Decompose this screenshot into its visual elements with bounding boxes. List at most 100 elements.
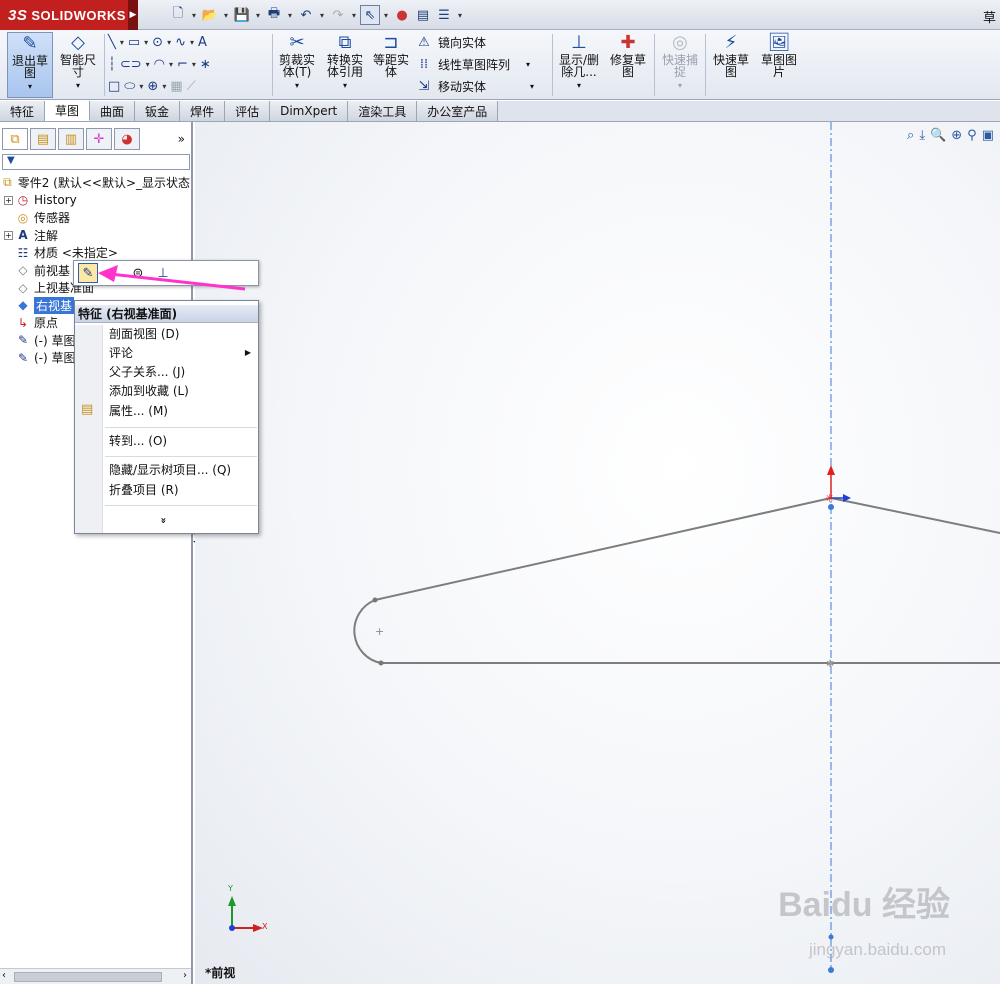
- exit-sketch-button[interactable]: ✎ 退出草图 ▾: [7, 32, 53, 98]
- graphics-area[interactable]: ⌕ ⤓ 🔍 ⊕ ⚲ ▣ + ✳ ✱ Y X Baidu 经验 jingyan.b…: [195, 122, 1000, 984]
- move-entities-button[interactable]: ⇲ 移动实体 ▾: [416, 76, 534, 96]
- trim-entities-button[interactable]: ✂ 剪裁实体(T) ▾: [274, 32, 320, 98]
- plane-icon[interactable]: ⊕: [147, 79, 158, 94]
- save-icon[interactable]: 💾: [232, 5, 252, 25]
- mirror-entities-button[interactable]: ⚠ 镜向实体: [416, 32, 486, 52]
- tab-weldments[interactable]: 焊件: [180, 101, 226, 121]
- sketch-endpoint[interactable]: [372, 597, 378, 603]
- rapid-sketch-button[interactable]: ⚡ 快速草图: [708, 32, 754, 98]
- smart-dimension-dropdown[interactable]: ▾: [76, 80, 80, 92]
- save-dropdown[interactable]: ▾: [253, 11, 263, 20]
- menu-item-section-view[interactable]: 剖面视图 (D): [109, 325, 255, 343]
- sketch-line-right[interactable]: [830, 497, 1000, 534]
- configuration-manager-tab-icon[interactable]: ▥: [58, 128, 84, 150]
- tree-item-history[interactable]: + ◷ History: [0, 192, 190, 210]
- panel-horizontal-scrollbar[interactable]: ‹ ›: [0, 968, 191, 984]
- centerline-icon[interactable]: ┆: [108, 57, 116, 72]
- menu-expand-chevron-icon[interactable]: »: [158, 517, 169, 523]
- tab-surfaces[interactable]: 曲面: [90, 101, 136, 121]
- text-icon[interactable]: A: [198, 35, 207, 50]
- fillet-icon[interactable]: ⌐: [177, 57, 188, 72]
- tree-item-sensors[interactable]: ◎ 传感器: [0, 209, 190, 227]
- fillet-dropdown[interactable]: ▾: [192, 60, 196, 69]
- tree-filter-icon[interactable]: ▼: [2, 154, 190, 170]
- display-delete-relations-button[interactable]: ⊥ 显示/删除几... ▾: [556, 32, 602, 98]
- circle-dropdown[interactable]: ▾: [167, 38, 171, 47]
- convert-entities-button[interactable]: ⧉ 转换实体引用 ▾: [322, 32, 368, 98]
- polygon-icon[interactable]: ⬭: [124, 79, 135, 94]
- grid-icon[interactable]: ▦: [170, 79, 182, 94]
- point-icon[interactable]: ∗: [200, 57, 211, 72]
- arc-dropdown[interactable]: ▾: [169, 60, 173, 69]
- quick-snaps-button[interactable]: ◎ 快速捕捉 ▾: [658, 32, 702, 98]
- scroll-right-icon[interactable]: ›: [183, 970, 187, 981]
- display-delete-dropdown[interactable]: ▾: [577, 80, 581, 92]
- rectangle-icon[interactable]: ▭: [128, 35, 140, 50]
- new-document-icon[interactable]: 🗋: [168, 5, 188, 25]
- menu-item-hide-show-tree[interactable]: 隐藏/显示树项目... (Q): [109, 461, 255, 479]
- open-folder-icon[interactable]: 📂: [200, 5, 220, 25]
- sketch-profile[interactable]: [353, 497, 1000, 664]
- line-format-icon[interactable]: ⟋: [187, 79, 196, 94]
- tab-sketch[interactable]: 草图: [45, 101, 91, 121]
- trim-dropdown[interactable]: ▾: [295, 80, 299, 92]
- menu-item-collapse[interactable]: 折叠项目 (R): [109, 481, 255, 499]
- tab-features[interactable]: 特征: [0, 101, 46, 121]
- menu-expand-arrow[interactable]: ▶: [128, 0, 138, 30]
- scroll-left-icon[interactable]: ‹: [2, 970, 6, 981]
- file-properties-icon[interactable]: ▤: [413, 5, 433, 25]
- select-cursor-icon[interactable]: ⇖: [360, 5, 380, 25]
- slot-icon[interactable]: ⊂⊃: [120, 57, 142, 72]
- spline-icon[interactable]: ∿: [175, 35, 186, 50]
- linear-pattern-button[interactable]: ⁞⁞ 线性草图阵列 ▾: [416, 54, 530, 74]
- feature-manager-tab-icon[interactable]: ⧉: [2, 128, 28, 150]
- menu-item-comment[interactable]: 评论 ▶: [109, 344, 255, 362]
- move-dropdown[interactable]: ▾: [530, 82, 534, 91]
- construction-rect-icon[interactable]: □: [108, 79, 120, 94]
- print-dropdown[interactable]: ▾: [285, 11, 295, 20]
- menu-item-properties[interactable]: 属性... (M): [109, 402, 255, 420]
- centerline-endpoint[interactable]: [828, 504, 834, 510]
- undo-icon[interactable]: ↶: [296, 5, 316, 25]
- panel-more-chevron-icon[interactable]: »: [178, 132, 185, 146]
- tab-dimxpert[interactable]: DimXpert: [270, 101, 349, 121]
- smart-dimension-button[interactable]: ◇ 智能尺寸 ▾: [56, 32, 100, 98]
- property-manager-tab-icon[interactable]: ▤: [30, 128, 56, 150]
- display-manager-tab-icon[interactable]: ◕: [114, 128, 140, 150]
- tab-sheet-metal[interactable]: 钣金: [135, 101, 181, 121]
- offset-entities-button[interactable]: ⊐ 等距实体: [370, 32, 412, 98]
- tree-item-part[interactable]: ⧉ 零件2 (默认<<默认>_显示状态: [0, 174, 190, 192]
- options-icon[interactable]: ☰: [434, 5, 454, 25]
- sketch-endpoint[interactable]: [378, 660, 384, 666]
- scroll-thumb[interactable]: [14, 972, 162, 982]
- rectangle-dropdown[interactable]: ▾: [144, 38, 148, 47]
- repair-sketch-button[interactable]: ✚ 修复草图: [606, 32, 650, 98]
- tree-item-annotations[interactable]: + A 注解: [0, 227, 190, 245]
- tab-office-products[interactable]: 办公室产品: [417, 101, 499, 121]
- undo-dropdown[interactable]: ▾: [317, 11, 327, 20]
- arc-icon[interactable]: ◠: [154, 57, 165, 72]
- origin-point-icon[interactable]: ✳: [825, 492, 834, 505]
- centerline-point[interactable]: [828, 934, 834, 940]
- menu-item-add-to-favorites[interactable]: 添加到收藏 (L): [109, 382, 255, 400]
- options-dropdown[interactable]: ▾: [455, 11, 465, 20]
- print-icon[interactable]: 🖶: [264, 5, 284, 25]
- circle-icon[interactable]: ⊙: [152, 35, 163, 50]
- centerline-endpoint[interactable]: [828, 967, 834, 973]
- solidworks-logo[interactable]: 3S SOLIDWORKS: [0, 0, 128, 30]
- menu-item-parent-child[interactable]: 父子关系... (J): [109, 363, 255, 381]
- tree-item-material[interactable]: ☷ 材质 <未指定>: [0, 244, 190, 262]
- exit-sketch-dropdown[interactable]: ▾: [28, 81, 32, 93]
- line-dropdown[interactable]: ▾: [120, 38, 124, 47]
- select-dropdown[interactable]: ▾: [381, 11, 391, 20]
- dimxpert-manager-tab-icon[interactable]: ✛: [86, 128, 112, 150]
- tab-evaluate[interactable]: 评估: [225, 101, 271, 121]
- redo-icon[interactable]: ↷: [328, 5, 348, 25]
- quick-snaps-dropdown[interactable]: ▾: [678, 80, 682, 92]
- new-dropdown[interactable]: ▾: [189, 11, 199, 20]
- slot-dropdown[interactable]: ▾: [146, 60, 150, 69]
- sketch-picture-button[interactable]: 🖼 草图图片: [756, 32, 802, 98]
- expand-icon[interactable]: +: [4, 195, 13, 205]
- plane-dropdown[interactable]: ▾: [162, 82, 166, 91]
- redo-dropdown[interactable]: ▾: [349, 11, 359, 20]
